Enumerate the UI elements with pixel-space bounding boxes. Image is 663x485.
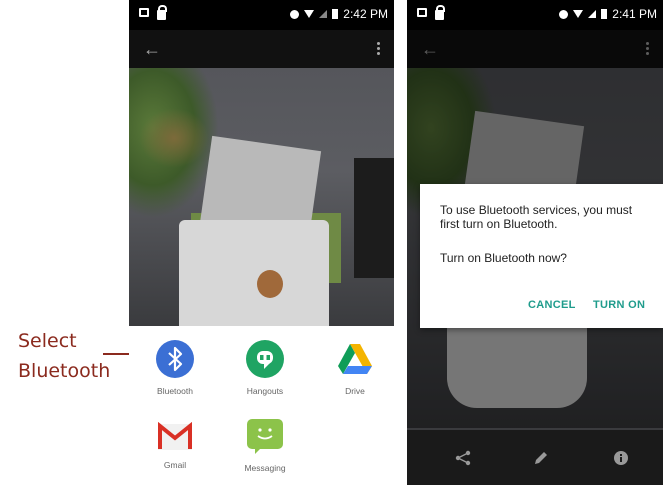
status-bar: 2:41 PM — [407, 0, 663, 30]
bluetooth-dialog: To use Bluetooth services, you must firs… — [420, 184, 663, 328]
bluetooth-icon — [156, 340, 194, 378]
dialog-question: Turn on Bluetooth now? — [440, 251, 567, 265]
share-target-hangouts[interactable]: Hangouts — [225, 340, 305, 396]
wifi-icon — [573, 10, 584, 18]
share-label-hangouts: Hangouts — [246, 386, 284, 396]
signal-icon — [319, 10, 328, 18]
gmail-icon — [156, 421, 194, 452]
hangouts-icon — [246, 340, 284, 378]
share-label-gmail: Gmail — [163, 460, 187, 470]
screenshot-icon — [417, 8, 427, 17]
right-screen: 2:41 PM ← To use Bluetooth services, you… — [407, 0, 663, 485]
lock-icon — [157, 5, 167, 20]
dialog-message: To use Bluetooth services, you must firs… — [440, 203, 633, 231]
share-label-drive: Drive — [345, 386, 365, 396]
cancel-button[interactable]: CANCEL — [528, 299, 576, 311]
app-bar: ← — [129, 30, 394, 68]
left-screen: 2:42 PM ← Bluetooth Hangouts Drive Gmail… — [129, 0, 394, 485]
dnd-icon — [290, 9, 300, 19]
share-sheet: Bluetooth Hangouts Drive Gmail Messaging — [129, 326, 394, 485]
callout-line2: Bluetooth — [18, 360, 111, 382]
battery-icon — [601, 9, 608, 19]
vibrate-icon — [559, 9, 569, 19]
mug-decoration — [257, 270, 283, 298]
signal-icon — [588, 10, 597, 18]
edit-icon[interactable] — [533, 450, 549, 471]
share-target-gmail[interactable]: Gmail — [135, 421, 215, 470]
share-target-bluetooth[interactable]: Bluetooth — [135, 340, 215, 396]
drive-icon — [336, 340, 374, 378]
status-time: 2:42 PM — [343, 7, 388, 21]
messaging-icon — [247, 419, 283, 454]
share-label-messaging: Messaging — [244, 463, 286, 473]
bottom-action-bar — [407, 430, 663, 485]
status-time: 2:41 PM — [612, 7, 657, 21]
screenshot-icon — [139, 8, 149, 17]
back-arrow-icon[interactable]: ← — [143, 40, 161, 58]
share-target-drive[interactable]: Drive — [315, 340, 394, 396]
share-label-bluetooth: Bluetooth — [157, 386, 193, 396]
wifi-icon — [304, 10, 315, 18]
callout-label: Select Bluetooth — [18, 326, 130, 386]
share-target-messaging[interactable]: Messaging — [225, 419, 305, 473]
status-bar: 2:42 PM — [129, 0, 394, 30]
lock-icon — [435, 5, 445, 20]
share-icon[interactable] — [455, 450, 471, 471]
turn-on-button[interactable]: TURN ON — [593, 299, 645, 311]
overflow-menu-icon[interactable] — [377, 42, 380, 57]
info-icon[interactable] — [613, 450, 629, 471]
callout-line1: Select — [18, 330, 77, 352]
battery-icon — [332, 9, 339, 19]
